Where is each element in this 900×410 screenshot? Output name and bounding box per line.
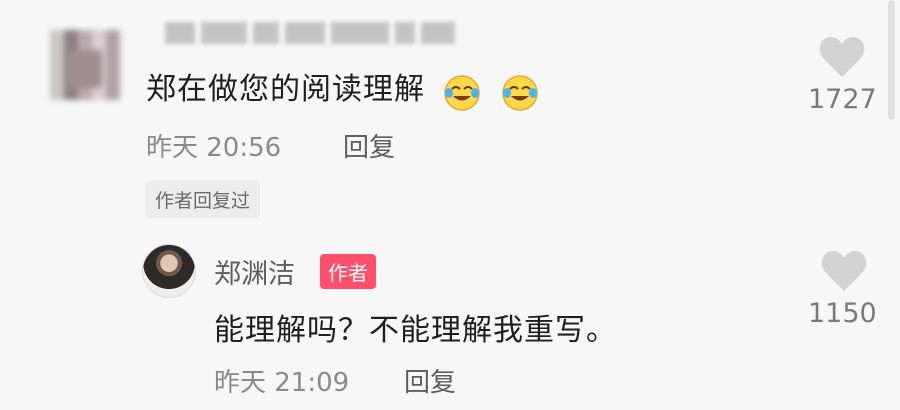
comment-text: 郑在做您的阅读理解: [146, 72, 425, 107]
scrollbar[interactable]: [888, 0, 895, 120]
heart-icon: [821, 251, 867, 291]
author-avatar[interactable]: [142, 244, 196, 298]
reply-button-2[interactable]: 回复: [404, 362, 456, 399]
comment-body: 郑在做您的阅读理解: [146, 64, 542, 113]
reply-text: 能理解吗？不能理解我重写。: [214, 313, 617, 348]
reply-button[interactable]: 回复: [343, 127, 395, 164]
reply-username[interactable]: 郑渊洁: [214, 252, 295, 291]
crying-laughing-face-icon: [443, 74, 480, 111]
blurred-username: [165, 18, 455, 48]
comment-date: 昨天 20:56: [146, 133, 282, 163]
reply-date: 昨天 21:09: [214, 368, 350, 398]
like-button[interactable]: [818, 35, 866, 79]
author-replied-badge: 作者回复过: [145, 181, 261, 218]
like-button-2[interactable]: [820, 249, 868, 293]
like-count-2: 1150: [808, 298, 877, 329]
crying-laughing-face-icon: [502, 74, 538, 111]
heart-icon: [819, 37, 865, 77]
author-tag: 作者: [320, 254, 376, 289]
like-count: 1727: [808, 84, 877, 115]
commenter-avatar[interactable]: [50, 30, 120, 100]
